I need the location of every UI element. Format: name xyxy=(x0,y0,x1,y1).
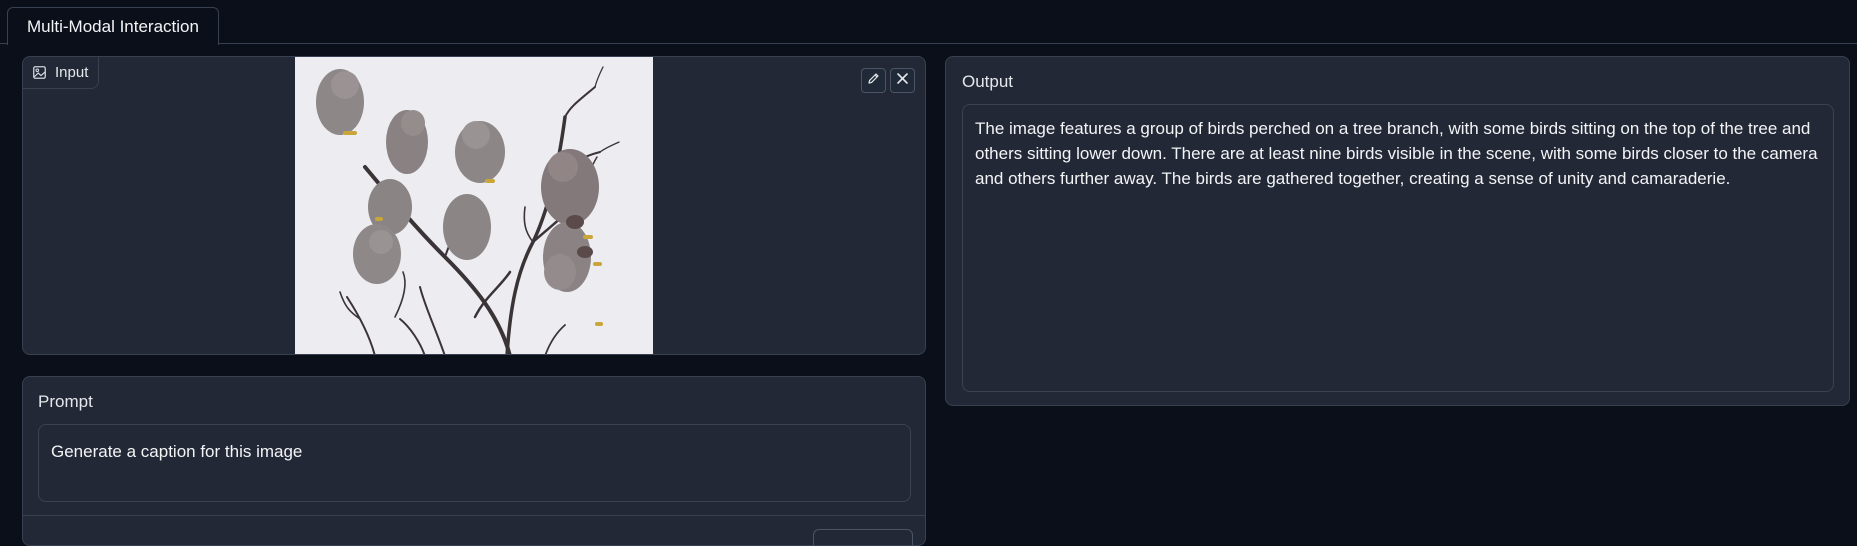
divider xyxy=(23,515,925,516)
image-icon xyxy=(33,66,46,79)
output-textbox[interactable]: The image features a group of birds perc… xyxy=(962,104,1834,392)
action-button[interactable] xyxy=(813,529,913,545)
tab-multi-modal-interaction[interactable]: Multi-Modal Interaction xyxy=(7,7,219,45)
output-label: Output xyxy=(962,72,1014,91)
input-image-panel[interactable]: Input xyxy=(22,56,926,355)
uploaded-image xyxy=(295,57,653,354)
output-panel: Output The image features a group of bir… xyxy=(945,56,1850,406)
pencil-icon xyxy=(867,72,880,90)
prompt-input[interactable]: Generate a caption for this image xyxy=(38,424,911,502)
tab-label: Multi-Modal Interaction xyxy=(27,17,199,36)
prompt-label: Prompt xyxy=(38,392,93,411)
input-label-badge: Input xyxy=(23,57,100,89)
input-label-text: Input xyxy=(55,64,89,81)
close-icon xyxy=(896,72,909,90)
edit-image-button[interactable] xyxy=(861,68,886,93)
clear-image-button[interactable] xyxy=(890,68,915,93)
prompt-panel: Prompt Generate a caption for this image xyxy=(22,376,926,546)
tab-bar: Multi-Modal Interaction xyxy=(0,0,1857,45)
